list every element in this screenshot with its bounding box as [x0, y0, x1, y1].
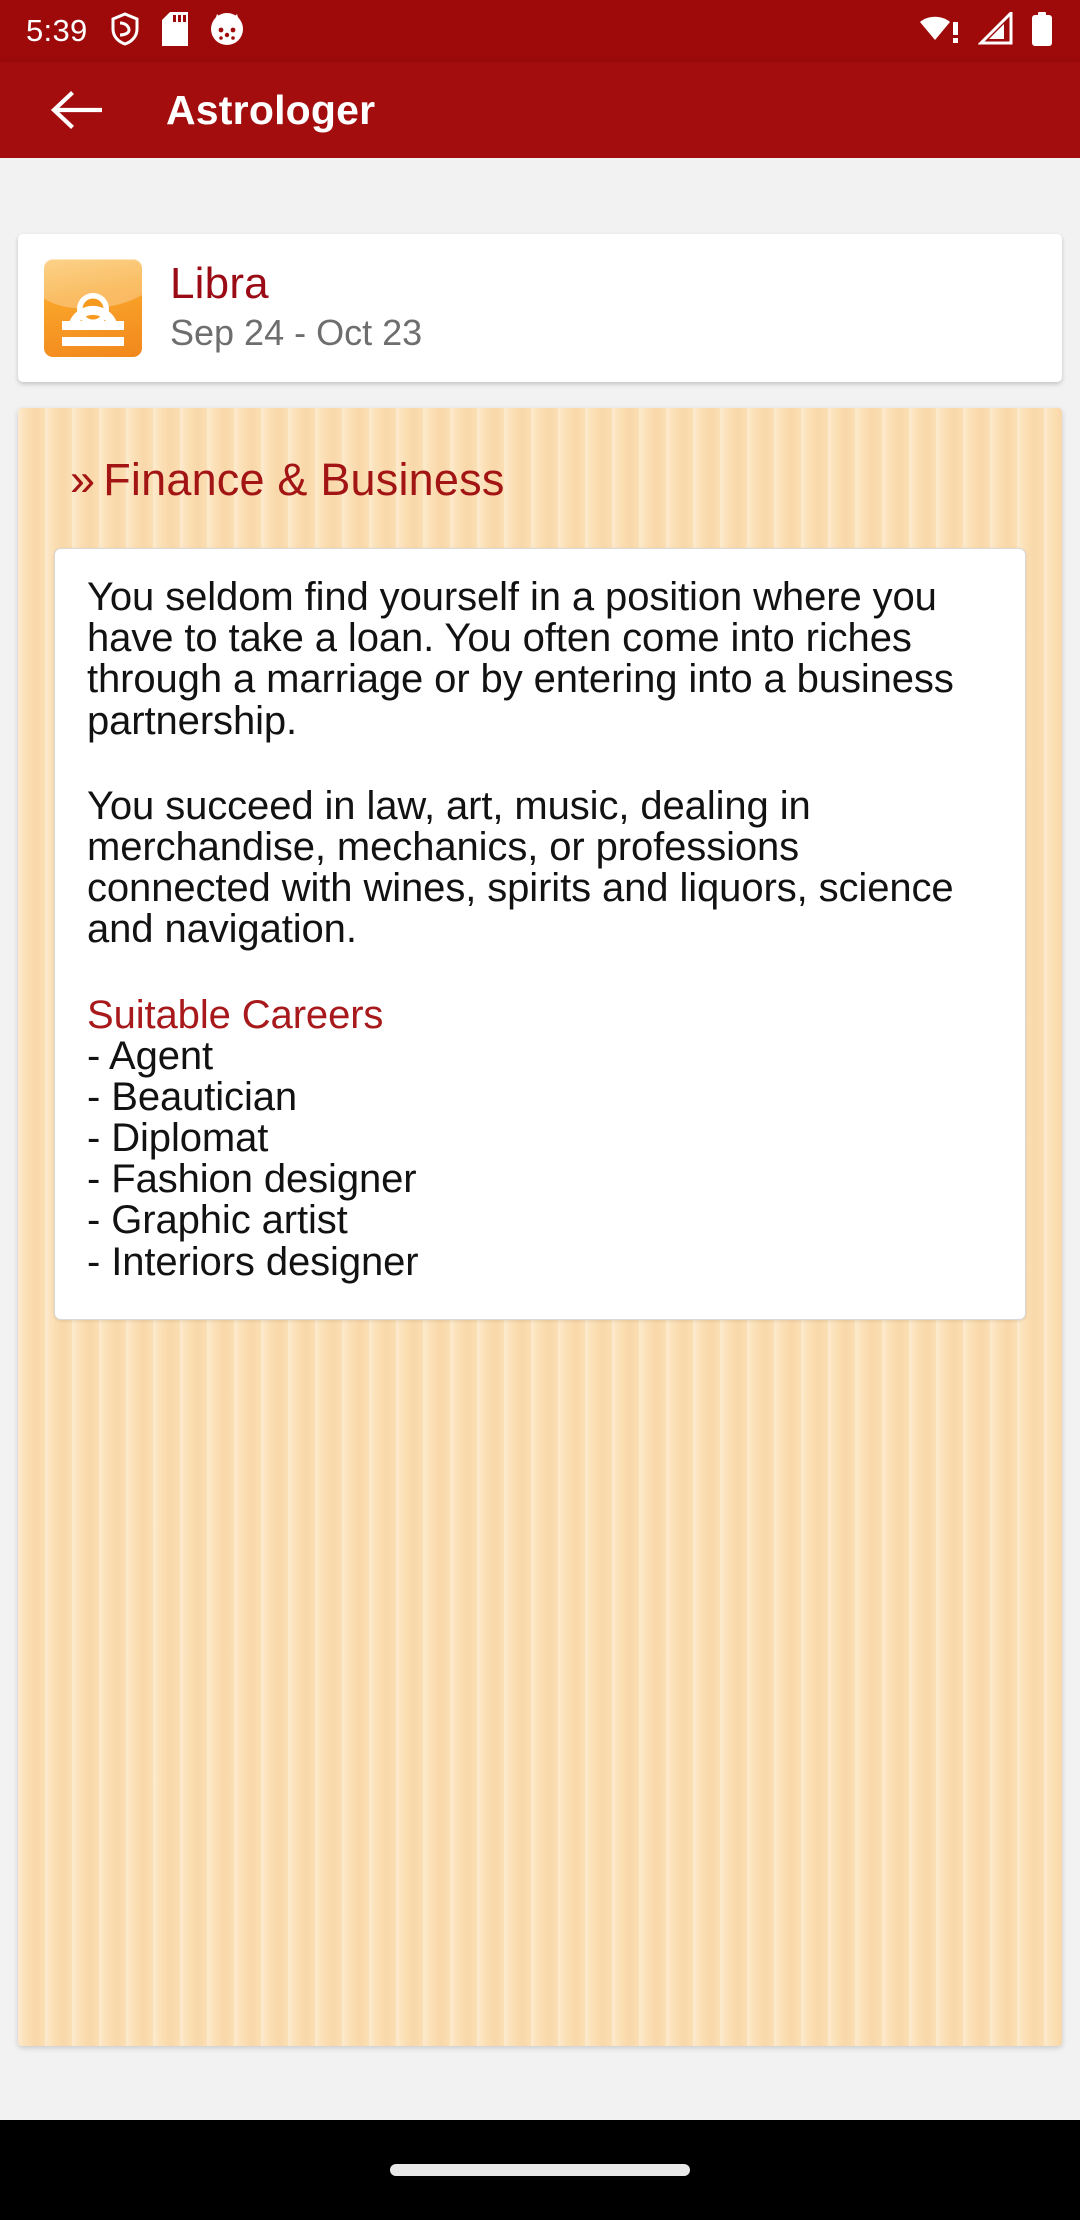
- horoscope-panel: » Finance & Business You seldom find your…: [18, 408, 1062, 2046]
- list-item: - Diplomat: [87, 1116, 269, 1161]
- list-item: - Graphic artist: [87, 1198, 348, 1243]
- paragraph-1: You seldom find yourself in a position w…: [87, 575, 954, 743]
- system-navigation-bar: [0, 2120, 1080, 2220]
- libra-scales-icon: [44, 259, 142, 357]
- careers-list: - Agent - Beautician - Diplomat - Fashio…: [87, 1033, 993, 1284]
- battery-icon: [1030, 11, 1054, 51]
- horoscope-text-card: You seldom find yourself in a position w…: [54, 548, 1026, 1320]
- list-item: - Agent: [87, 1033, 214, 1078]
- status-bar-left: 5:39: [26, 11, 244, 51]
- phone-screen: 5:39 Astrologer Libra Sep 24 - Oct 23 » …: [0, 0, 1080, 2220]
- list-item: - Beautician: [87, 1074, 298, 1119]
- list-item: - Interiors designer: [87, 1239, 419, 1284]
- careers-heading: Suitable Careers: [87, 992, 384, 1037]
- scroll-content[interactable]: Libra Sep 24 - Oct 23 » Finance & Busines…: [0, 158, 1080, 2120]
- status-bar-clock: 5:39: [26, 13, 88, 48]
- double-chevron-icon: »: [70, 454, 96, 505]
- zodiac-sign-name: Libra: [170, 259, 269, 309]
- zodiac-sign-text: Libra Sep 24 - Oct 23: [170, 261, 422, 354]
- app-bar: Astrologer: [0, 62, 1080, 158]
- page-title: Astrologer: [166, 86, 376, 133]
- home-gesture-pill[interactable]: [390, 2164, 690, 2176]
- shield-icon: [110, 11, 140, 51]
- cat-app-icon: [210, 12, 244, 51]
- zodiac-sign-card[interactable]: Libra Sep 24 - Oct 23: [18, 234, 1062, 382]
- cellular-signal-icon: [977, 8, 1014, 51]
- list-item: - Fashion designer: [87, 1157, 417, 1202]
- wifi-alert-icon: [918, 12, 962, 51]
- status-bar-right: [918, 8, 1054, 51]
- sd-card-icon: [161, 11, 188, 51]
- section-header-label: Finance & Business: [103, 454, 505, 505]
- status-bar: 5:39: [0, 0, 1080, 62]
- paragraph-2: You succeed in law, art, music, dealing …: [87, 783, 954, 952]
- back-button[interactable]: [46, 80, 106, 140]
- section-header: » Finance & Business: [18, 408, 1062, 506]
- back-arrow-icon: [50, 91, 102, 129]
- zodiac-sign-dates: Sep 24 - Oct 23: [170, 312, 423, 354]
